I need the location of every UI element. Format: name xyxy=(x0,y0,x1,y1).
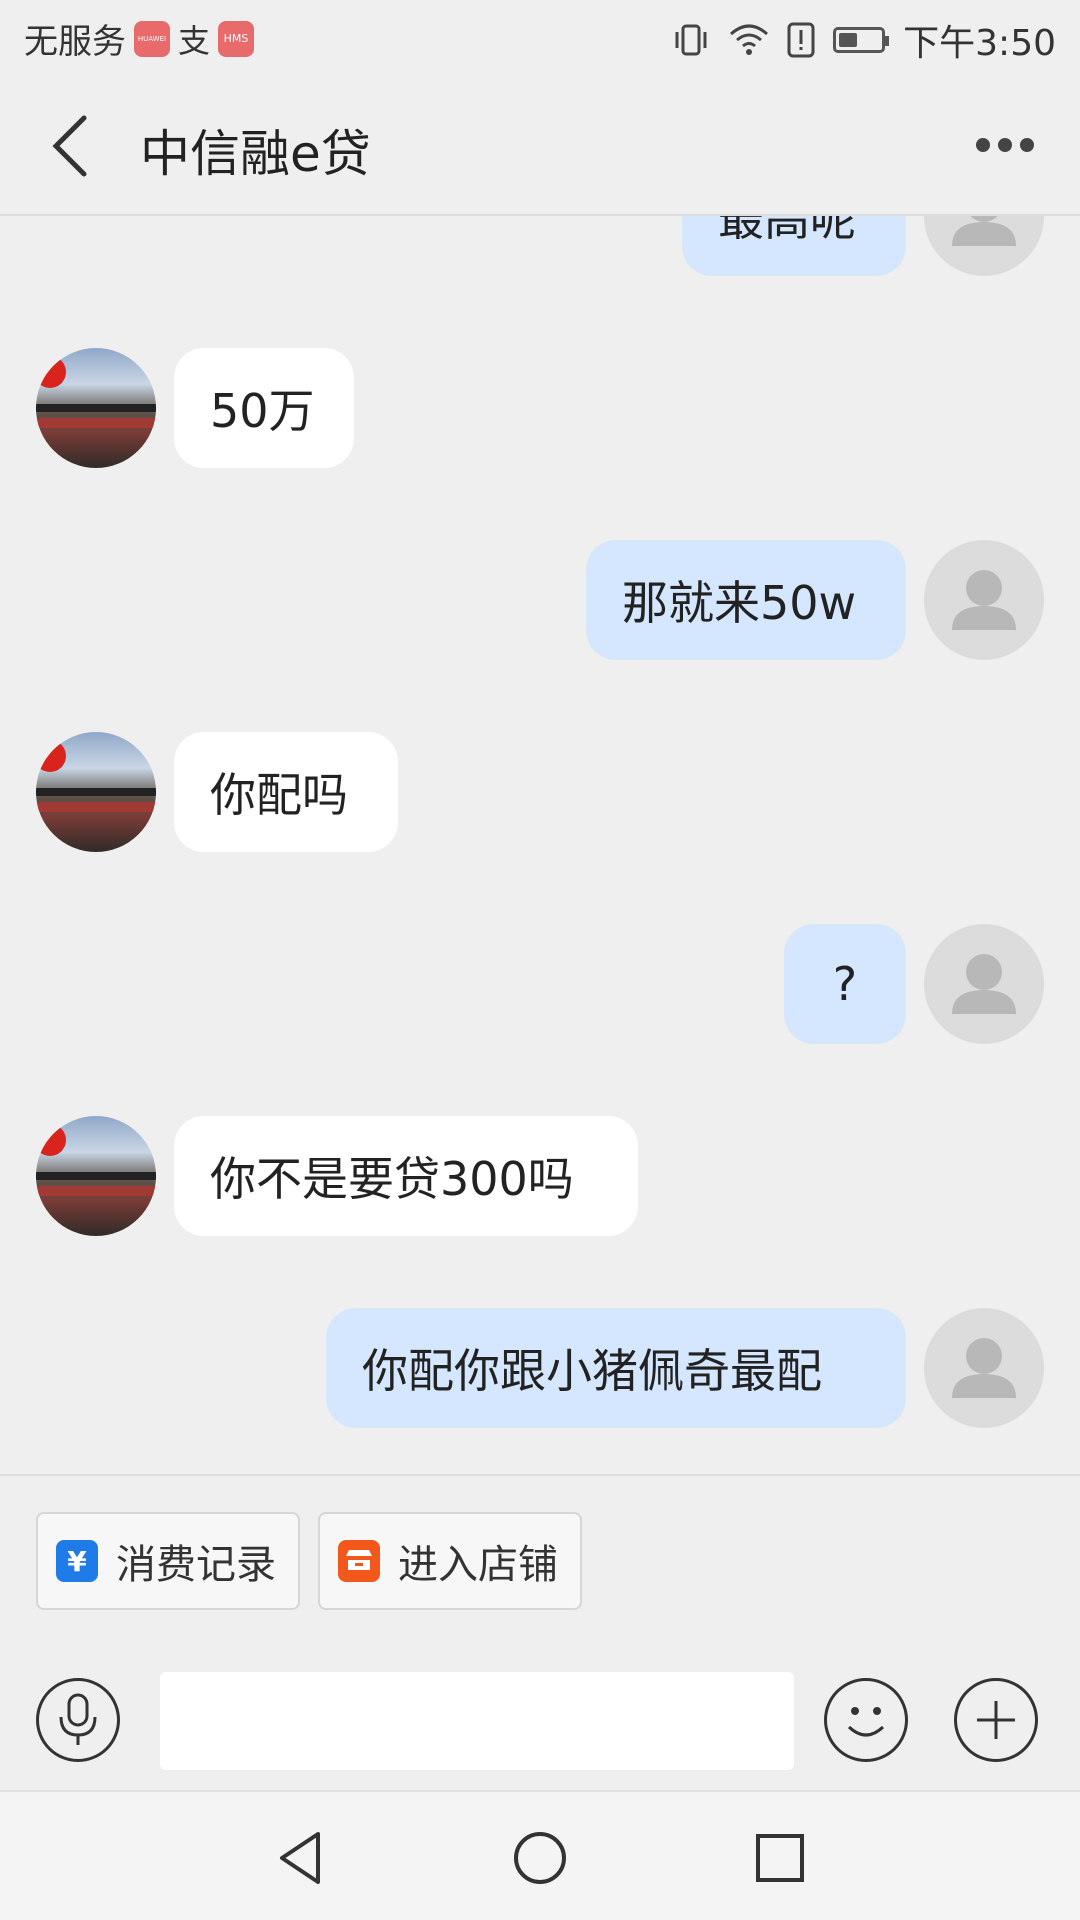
message-bubble-incoming: 50万 xyxy=(174,348,354,468)
message-bubble-outgoing: ? xyxy=(784,924,906,1044)
bank-avatar[interactable] xyxy=(36,732,156,852)
alipay-icon: 支 xyxy=(178,21,211,60)
smiley-icon xyxy=(847,1707,885,1737)
consumption-record-label: 消费记录 xyxy=(116,1542,276,1588)
emoji-button[interactable] xyxy=(824,1678,908,1762)
status-right: 下午3:50 xyxy=(671,14,1056,66)
message-bubble-incoming: 你配吗 xyxy=(174,732,398,852)
chat-header: 中信融e贷 xyxy=(0,76,1080,216)
hms-icon: HMS xyxy=(218,20,255,57)
huawei-app-icon: HUAWEI xyxy=(134,20,170,57)
status-left: 无服务 HUAWEI 支 HMS xyxy=(24,14,255,63)
bank-avatar[interactable] xyxy=(36,1116,156,1236)
nav-home-icon[interactable] xyxy=(510,1828,570,1888)
enter-store-label: 进入店铺 xyxy=(398,1542,558,1588)
person-icon xyxy=(952,216,1016,246)
message-bubble-outgoing: 你配你跟小猪佩奇最配 xyxy=(326,1308,906,1428)
person-icon xyxy=(952,570,1016,630)
alert-icon xyxy=(787,22,815,58)
vibrate-icon xyxy=(675,24,707,56)
enter-store-button[interactable]: 进入店铺 xyxy=(318,1512,582,1610)
user-avatar[interactable] xyxy=(924,1308,1044,1428)
carrier-text: 无服务 xyxy=(24,22,126,62)
message-bubble-outgoing: 那就来50w xyxy=(586,540,906,660)
add-button[interactable] xyxy=(954,1678,1038,1762)
citic-logo-icon xyxy=(36,740,156,812)
user-avatar[interactable] xyxy=(924,924,1044,1044)
bank-avatar[interactable] xyxy=(36,348,156,468)
more-options-icon[interactable] xyxy=(970,130,1040,160)
voice-button[interactable] xyxy=(36,1678,120,1762)
message-bubble-outgoing: 最高呢 xyxy=(682,216,906,276)
plus-icon xyxy=(977,1701,1015,1739)
citic-logo-icon xyxy=(36,1124,156,1196)
citic-logo-icon xyxy=(36,356,156,428)
store-icon xyxy=(338,1540,380,1582)
consumption-record-button[interactable]: ¥ 消费记录 xyxy=(36,1512,300,1610)
wifi-icon xyxy=(730,24,769,55)
system-nav-bar xyxy=(0,1790,1080,1920)
status-bar: 无服务 HUAWEI 支 HMS 下午3:50 xyxy=(0,0,1080,76)
nav-recents-icon[interactable] xyxy=(750,1828,810,1888)
clock: 下午3:50 xyxy=(903,23,1056,64)
message-input[interactable] xyxy=(160,1672,794,1770)
quick-actions: ¥ 消费记录 进入店铺 xyxy=(0,1474,1080,1654)
microphone-icon xyxy=(59,1693,97,1745)
person-icon xyxy=(952,1338,1016,1398)
nav-back-icon[interactable] xyxy=(270,1828,330,1888)
person-icon xyxy=(952,954,1016,1014)
user-avatar[interactable] xyxy=(924,540,1044,660)
chat-title: 中信融e贷 xyxy=(140,125,371,183)
back-arrow-icon[interactable] xyxy=(44,112,104,180)
receipt-yen-icon: ¥ xyxy=(56,1540,98,1582)
user-avatar[interactable] xyxy=(924,216,1044,276)
message-bubble-incoming: 你不是要贷300吗 xyxy=(174,1116,638,1236)
battery-icon xyxy=(833,27,890,53)
message-list[interactable]: 最高呢 50万 那就来50w 你配吗 ? 你不是要贷300吗 你配你跟小猪佩奇最… xyxy=(0,216,1080,1474)
input-bar xyxy=(0,1654,1080,1790)
